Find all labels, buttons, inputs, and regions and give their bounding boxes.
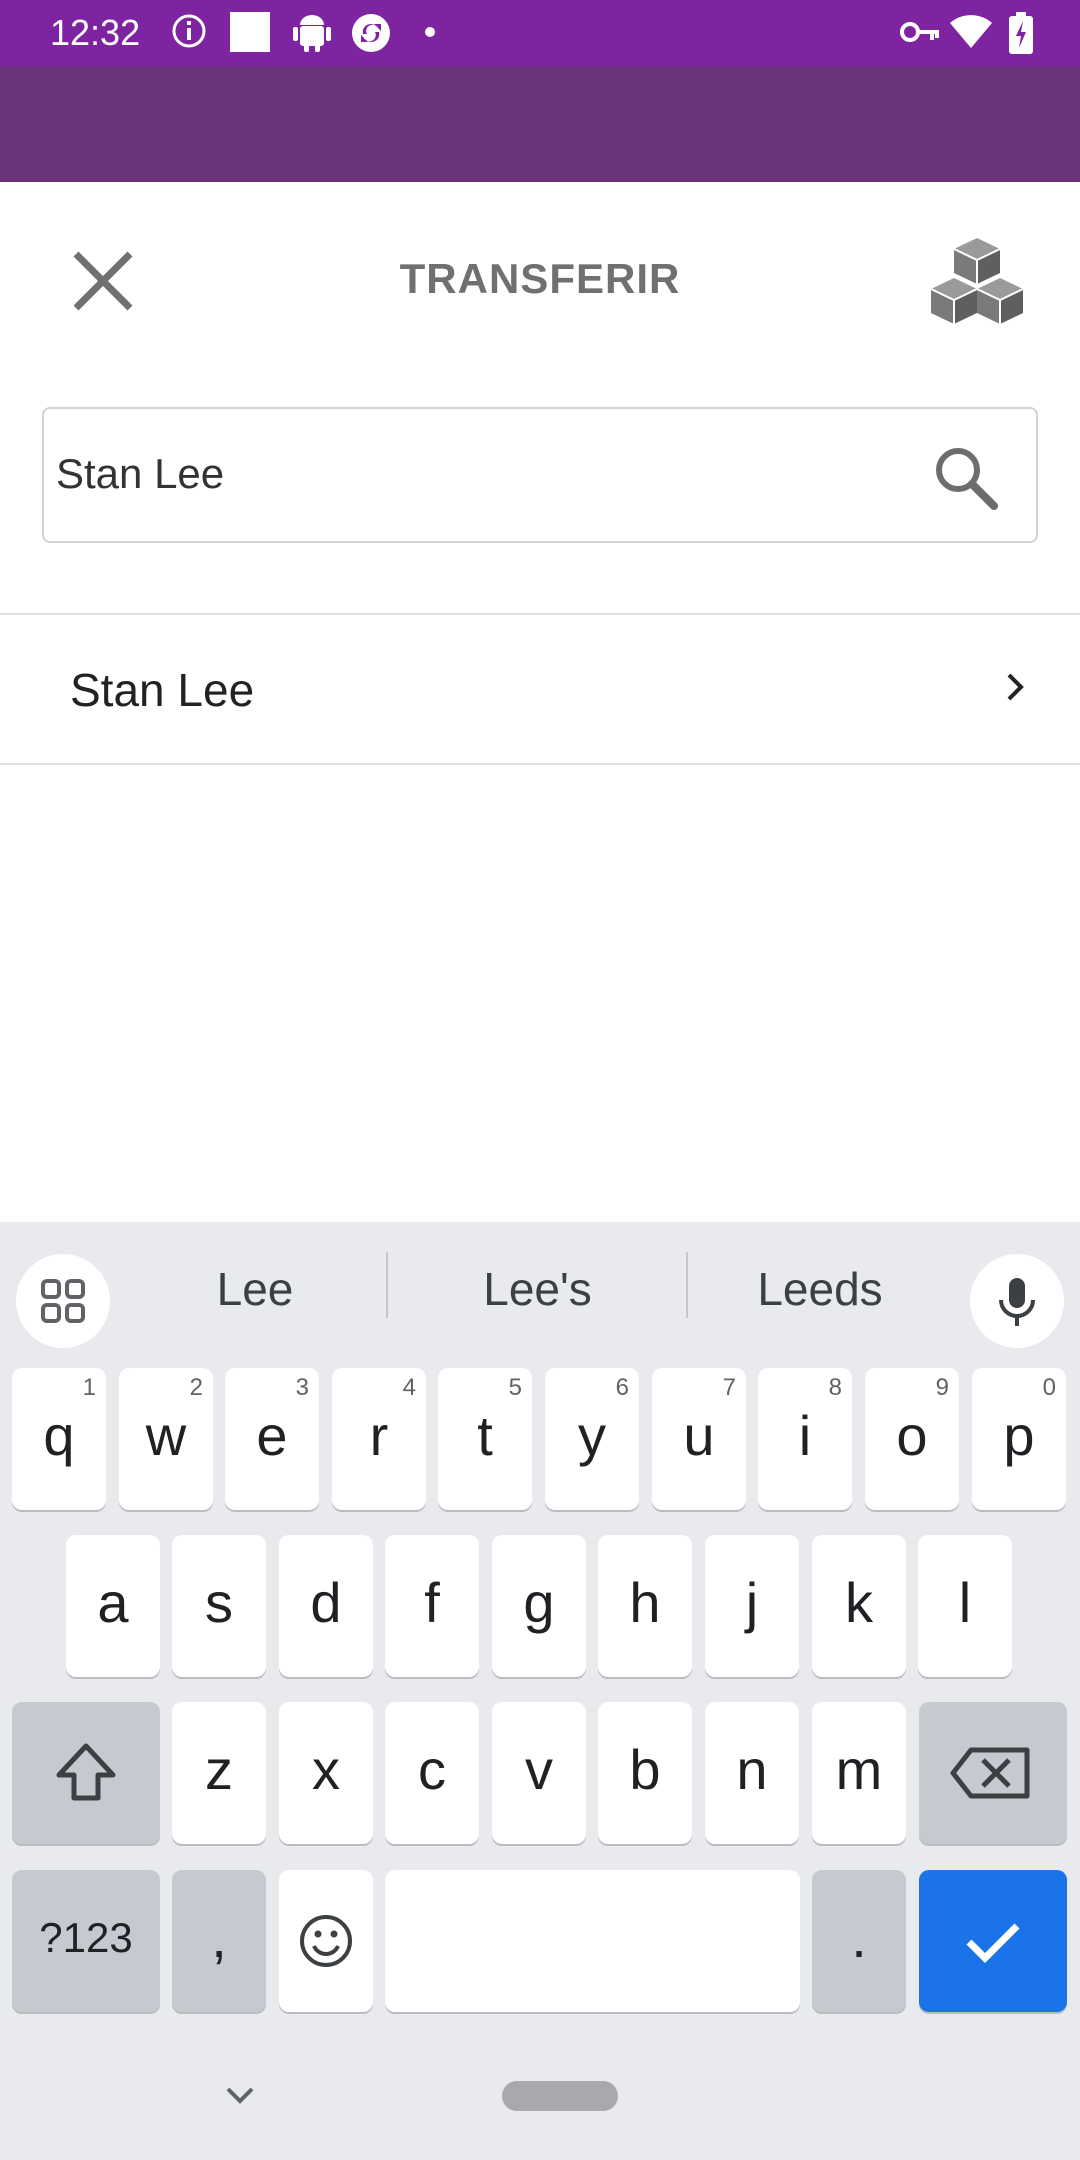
status-bar: 12:32 xyxy=(0,0,1080,66)
key-i[interactable]: 8i xyxy=(758,1368,852,1510)
comma-key[interactable]: , xyxy=(172,1870,266,2012)
key-q[interactable]: 1q xyxy=(12,1368,106,1510)
shift-key[interactable] xyxy=(12,1702,160,1844)
info-icon xyxy=(172,14,206,48)
symbols-key[interactable]: ?123 xyxy=(12,1870,160,2012)
key-l[interactable]: l xyxy=(918,1535,1012,1677)
gesture-handle[interactable] xyxy=(502,2081,618,2111)
key-u[interactable]: 7u xyxy=(652,1368,746,1510)
cubes-icon[interactable] xyxy=(922,234,1032,334)
key-o[interactable]: 9o xyxy=(865,1368,959,1510)
space-key[interactable] xyxy=(385,1870,800,2012)
square-icon xyxy=(230,12,270,52)
key-d[interactable]: d xyxy=(279,1535,373,1677)
list-item[interactable]: Stan Lee xyxy=(0,615,1080,763)
key-z[interactable]: z xyxy=(172,1702,266,1844)
backspace-icon xyxy=(950,1747,1030,1799)
on-screen-keyboard xyxy=(0,1222,1080,2160)
wifi-icon xyxy=(950,15,992,48)
suggestion[interactable]: Lee's xyxy=(450,1262,625,1316)
search-input[interactable] xyxy=(56,439,916,509)
key-x[interactable]: x xyxy=(279,1702,373,1844)
key-w[interactable]: 2w xyxy=(119,1368,213,1510)
key-n[interactable]: n xyxy=(705,1702,799,1844)
microphone-icon xyxy=(999,1278,1035,1326)
sync-icon xyxy=(352,14,390,52)
divider xyxy=(0,763,1080,765)
period-key[interactable]: . xyxy=(812,1870,906,2012)
backspace-key[interactable] xyxy=(919,1702,1067,1844)
vpn-key-icon xyxy=(900,22,939,42)
emoji-key[interactable] xyxy=(279,1870,373,2012)
android-icon xyxy=(293,15,331,52)
key-a[interactable]: a xyxy=(66,1535,160,1677)
key-t[interactable]: 5t xyxy=(438,1368,532,1510)
key-p[interactable]: 0p xyxy=(972,1368,1066,1510)
emoji-icon xyxy=(300,1915,352,1967)
shift-icon xyxy=(56,1743,116,1801)
status-time: 12:32 xyxy=(50,12,141,53)
key-y[interactable]: 6y xyxy=(545,1368,639,1510)
chevron-down-icon[interactable] xyxy=(222,2082,258,2108)
key-r[interactable]: 4r xyxy=(332,1368,426,1510)
key-v[interactable]: v xyxy=(492,1702,586,1844)
battery-charging-icon xyxy=(1009,12,1033,54)
key-g[interactable]: g xyxy=(492,1535,586,1677)
suggestion[interactable]: Lee xyxy=(170,1262,340,1316)
app-bar xyxy=(0,66,1080,182)
grid-icon xyxy=(41,1279,85,1323)
key-s[interactable]: s xyxy=(172,1535,266,1677)
key-m[interactable]: m xyxy=(812,1702,906,1844)
key-b[interactable]: b xyxy=(598,1702,692,1844)
dot-icon xyxy=(425,27,435,37)
suggestion-separator xyxy=(386,1252,388,1318)
keyboard-apps-button[interactable] xyxy=(16,1254,110,1348)
enter-key[interactable] xyxy=(919,1870,1067,2012)
chevron-right-icon xyxy=(1007,673,1024,701)
key-h[interactable]: h xyxy=(598,1535,692,1677)
key-c[interactable]: c xyxy=(385,1702,479,1844)
page-title: TRANSFERIR xyxy=(399,255,681,302)
key-k[interactable]: k xyxy=(812,1535,906,1677)
key-e[interactable]: 3e xyxy=(225,1368,319,1510)
search-box[interactable] xyxy=(42,407,1038,543)
search-icon[interactable] xyxy=(930,442,1000,512)
list-item-label: Stan Lee xyxy=(70,664,255,716)
key-f[interactable]: f xyxy=(385,1535,479,1677)
suggestion[interactable]: Leeds xyxy=(730,1262,910,1316)
key-j[interactable]: j xyxy=(705,1535,799,1677)
suggestion-separator xyxy=(686,1252,688,1318)
voice-input-button[interactable] xyxy=(970,1254,1064,1348)
checkmark-icon xyxy=(966,1923,1020,1963)
